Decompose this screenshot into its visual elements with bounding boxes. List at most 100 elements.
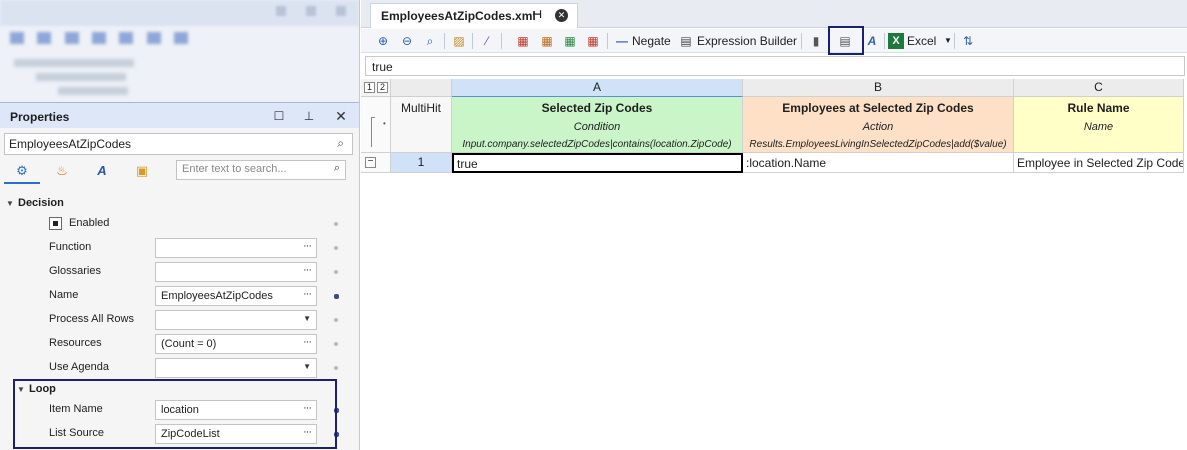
insert-column-icon[interactable]: ▦ <box>539 33 555 49</box>
process-all-rows-select[interactable]: ▼ <box>155 310 317 330</box>
tab-events-flame-icon[interactable]: ♨ <box>44 160 80 184</box>
item-name-field[interactable]: location ··· <box>155 400 317 420</box>
book-icon[interactable]: ▮ <box>808 33 824 49</box>
ellipsis-icon[interactable]: ··· <box>303 288 312 300</box>
decision-table-editor: EmployeesAtZipCodes.xml ⊣ ✕ ⊕ ⊖ ⌕ ▨ ⁄ ▦ … <box>361 0 1187 450</box>
section-label: Decision <box>18 197 64 209</box>
close-tab-icon[interactable]: ✕ <box>555 9 568 22</box>
cell-b1[interactable]: :location.Name <box>743 153 1014 173</box>
search-icon[interactable]: ⌕ <box>334 162 340 175</box>
column-header-b[interactable]: B <box>743 79 1014 97</box>
name-field[interactable]: EmployeesAtZipCodes ··· <box>155 286 317 306</box>
delete-columns-icon[interactable]: ▦ <box>515 33 531 49</box>
search-icon[interactable]: ⌕ <box>337 136 344 151</box>
delete-row-icon[interactable]: ▦ <box>585 33 601 49</box>
default-value-dot-icon <box>334 366 338 370</box>
decision-table-grid: 1 2 A B C • MultiHit Selected Zip Codes … <box>361 79 1187 450</box>
project-explorer-panel <box>0 0 359 100</box>
toolbar-icon[interactable] <box>146 32 161 44</box>
tab-add-item-icon[interactable]: ▣ <box>124 160 160 184</box>
pin-icon[interactable]: ⊥ <box>302 109 316 123</box>
ellipsis-icon[interactable]: ··· <box>303 264 312 276</box>
pin-icon[interactable] <box>306 6 316 16</box>
list-source-label: List Source <box>49 427 105 439</box>
window-position-icon[interactable] <box>276 6 286 16</box>
toolbar-icon[interactable] <box>92 32 107 44</box>
collapse-icon[interactable]: − <box>365 157 376 168</box>
ellipsis-icon[interactable]: ··· <box>303 240 312 252</box>
expression-builder-button[interactable]: Expression Builder <box>697 32 797 50</box>
multihit-label: MultiHit <box>391 97 452 153</box>
toolbar-icon[interactable] <box>10 32 24 44</box>
magic-wand-icon[interactable]: ⁄ <box>479 33 495 49</box>
toolbar-separator <box>801 33 802 49</box>
window-position-icon[interactable]: ☐ <box>272 109 286 123</box>
ellipsis-icon[interactable]: ··· <box>303 336 312 348</box>
toolbar-icon[interactable] <box>37 32 52 44</box>
toolbar-separator <box>884 33 885 49</box>
process-all-rows-label: Process All Rows <box>49 313 134 325</box>
zoom-fit-icon[interactable]: ⌕ <box>422 33 438 49</box>
default-value-dot-icon <box>334 270 338 274</box>
collapse-caret-icon[interactable]: ▼ <box>6 199 16 208</box>
column-a-header[interactable]: Selected Zip Codes Condition Input.compa… <box>452 97 743 153</box>
list-source-field[interactable]: ZipCodeList ··· <box>155 424 317 444</box>
glossaries-field[interactable]: ··· <box>155 262 317 282</box>
zoom-out-icon[interactable]: ⊖ <box>399 33 415 49</box>
column-header-a[interactable]: A <box>452 79 743 97</box>
zoom-in-icon[interactable]: ⊕ <box>375 33 391 49</box>
row-number[interactable]: 1 <box>391 153 452 173</box>
toolbar-icon[interactable] <box>119 32 134 44</box>
project-explorer-title-bar <box>0 0 359 26</box>
toolbar-separator <box>472 33 473 49</box>
ellipsis-icon[interactable]: ··· <box>303 426 312 438</box>
add-row-icon[interactable]: ▦ <box>562 33 578 49</box>
toolbar-separator <box>501 33 502 49</box>
close-icon[interactable]: ✕ <box>334 109 348 123</box>
chevron-down-icon[interactable]: ▼ <box>303 362 311 371</box>
chevron-down-icon[interactable]: ▼ <box>303 314 311 323</box>
toolbar-icon[interactable] <box>64 32 79 44</box>
excel-button[interactable]: Excel <box>907 32 936 50</box>
column-b-header[interactable]: Employees at Selected Zip Codes Action R… <box>743 97 1014 153</box>
cell-c1[interactable]: Employee in Selected Zip Code <box>1014 153 1184 173</box>
value-set-dot-icon <box>334 408 339 413</box>
tab-text-style-icon[interactable]: A <box>84 160 120 184</box>
cell-a1[interactable]: true <box>452 153 743 173</box>
excel-icon[interactable]: X <box>888 33 904 49</box>
level-2-button[interactable]: 2 <box>377 82 388 93</box>
expression-builder-icon[interactable]: ▤ <box>678 33 694 49</box>
row-header-corner <box>391 79 452 97</box>
section-decision[interactable]: ▼ Decision <box>6 197 64 209</box>
name-value: EmployeesAtZipCodes <box>161 290 273 302</box>
column-b-expression: Results.EmployeesLivingInSelectedZipCode… <box>749 139 1007 150</box>
function-field[interactable]: ··· <box>155 238 317 258</box>
row-collapse-gutter: − <box>361 153 391 173</box>
close-icon[interactable] <box>336 6 346 16</box>
properties-search-input[interactable]: Enter text to search... ⌕ <box>176 160 346 180</box>
section-loop[interactable]: ▼ Loop <box>17 383 56 395</box>
formula-bar[interactable]: true <box>365 56 1185 76</box>
object-selector[interactable]: EmployeesAtZipCodes ⌕ <box>4 133 353 155</box>
ellipsis-icon[interactable]: ··· <box>303 402 312 414</box>
level-1-button[interactable]: 1 <box>364 82 375 93</box>
left-panel: Properties ☐ ⊥ ✕ EmployeesAtZipCodes ⌕ ⚙… <box>0 0 360 450</box>
text-format-icon[interactable]: A <box>864 33 880 49</box>
toolbar-icon[interactable] <box>174 32 189 44</box>
column-c-header[interactable]: Rule Name Name <box>1014 97 1184 153</box>
resources-field[interactable]: (Count = 0) ··· <box>155 334 317 354</box>
pin-icon[interactable]: ⊣ <box>532 8 542 21</box>
tab-properties-gears-icon[interactable]: ⚙ <box>4 160 40 184</box>
default-value-dot-icon <box>334 246 338 250</box>
negate-button[interactable]: Negate <box>632 32 671 50</box>
collapse-caret-icon[interactable]: ▼ <box>17 385 27 394</box>
use-agenda-select[interactable]: ▼ <box>155 358 317 378</box>
enabled-label: Enabled <box>69 217 110 229</box>
enabled-checkbox[interactable] <box>49 217 62 230</box>
negate-icon[interactable]: — <box>614 33 630 49</box>
image-icon[interactable]: ▨ <box>451 33 467 49</box>
sort-icon[interactable]: ⇅ <box>960 33 976 49</box>
column-header-c[interactable]: C <box>1014 79 1184 97</box>
document-tab[interactable]: EmployeesAtZipCodes.xml ⊣ ✕ <box>370 3 578 28</box>
use-agenda-label: Use Agenda <box>49 361 109 373</box>
